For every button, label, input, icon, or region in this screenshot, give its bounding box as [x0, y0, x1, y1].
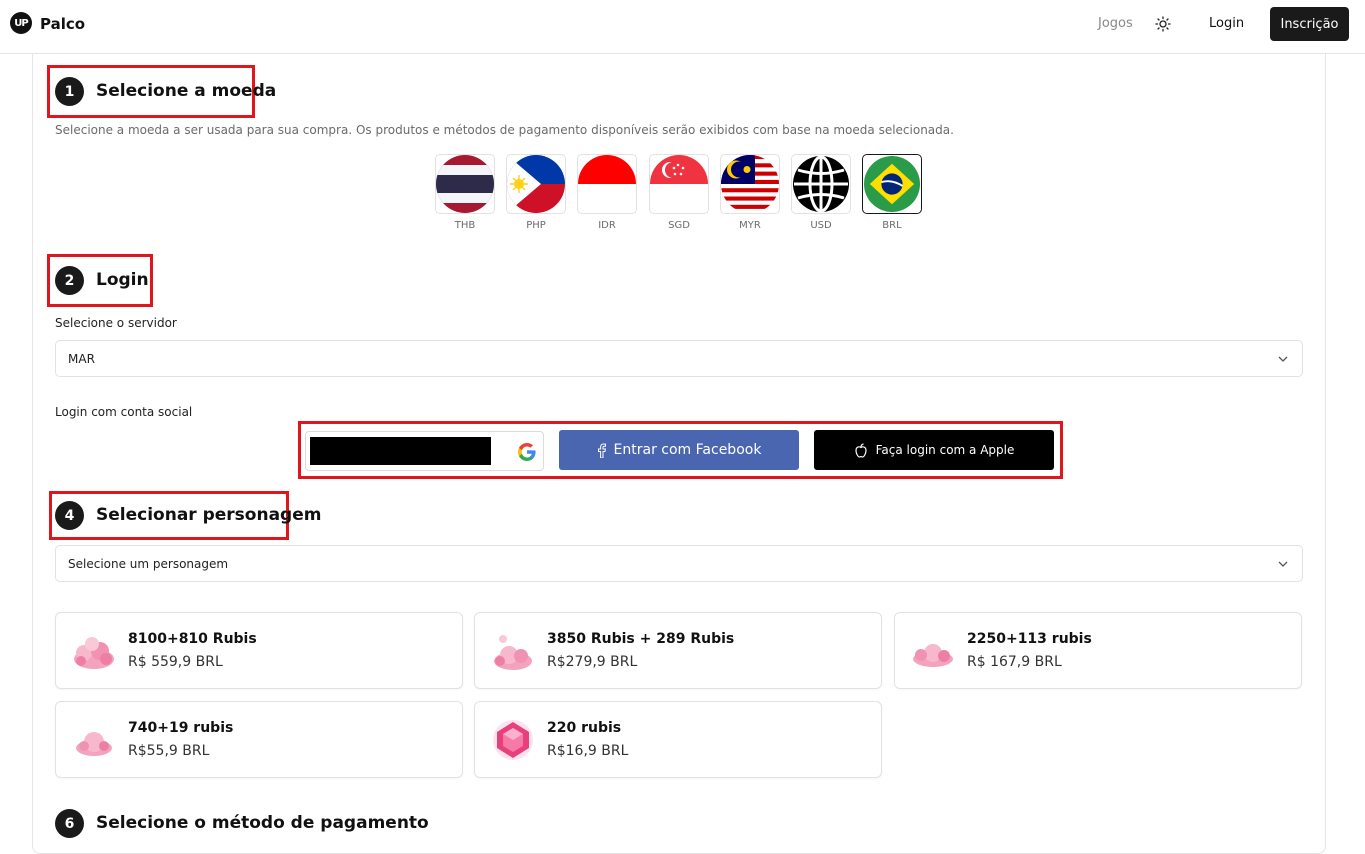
step-number-2: 2	[55, 266, 84, 295]
product-price: R$279,9 BRL	[547, 654, 638, 670]
palco-logo-icon[interactable]: UP	[10, 12, 32, 34]
thailand-flag-icon	[436, 155, 494, 213]
social-login-label: Login com conta social	[55, 405, 193, 419]
currency-option-thb[interactable]	[435, 154, 495, 214]
currency-label: SGD	[668, 220, 690, 231]
ruby-pile-icon	[74, 637, 114, 669]
currency-label: USD	[810, 220, 832, 231]
currency-label: THB	[454, 220, 476, 231]
google-icon	[518, 443, 536, 461]
redacted-google-label	[310, 437, 491, 465]
top-navigation-bar: UP Palco Jogos Login Inscrição	[0, 0, 1365, 54]
currency-label: BRL	[882, 220, 902, 231]
product-price: R$ 559,9 BRL	[128, 654, 223, 670]
product-name: 2250+113 rubis	[967, 631, 1092, 647]
currency-label: PHP	[526, 220, 546, 231]
nav-games-link[interactable]: Jogos	[1098, 16, 1133, 31]
product-name: 3850 Rubis + 289 Rubis	[547, 631, 735, 647]
ruby-pile-icon	[76, 732, 112, 756]
ruby-pile-icon	[494, 635, 532, 670]
apple-login-label: Faça login com a Apple	[875, 443, 1015, 457]
chevron-down-icon	[1278, 356, 1288, 362]
currency-label: IDR	[598, 220, 616, 231]
currency-option-idr[interactable]	[577, 154, 637, 214]
product-price: R$16,9 BRL	[547, 743, 629, 759]
step-title-payment: Selecione o método de pagamento	[96, 813, 429, 833]
step-number-4: 4	[55, 501, 84, 530]
product-card[interactable]: 740+19 rubis R$55,9 BRL	[55, 701, 463, 778]
server-select-value: MAR	[68, 351, 95, 366]
product-name: 220 rubis	[547, 720, 622, 736]
philippines-flag-icon	[507, 155, 565, 213]
chevron-down-icon	[1278, 561, 1288, 567]
currency-option-usd[interactable]	[791, 154, 851, 214]
product-price: R$ 167,9 BRL	[967, 654, 1062, 670]
step-title-currency: Selecione a moeda	[96, 81, 277, 101]
apple-icon	[855, 442, 867, 458]
brazil-flag-icon	[864, 156, 920, 212]
signup-button[interactable]: Inscrição	[1270, 7, 1349, 41]
globe-icon	[793, 155, 849, 213]
server-select[interactable]: MAR	[55, 340, 1303, 377]
character-select-placeholder: Selecione um personagem	[68, 556, 229, 571]
server-label: Selecione o servidor	[55, 316, 177, 330]
currency-option-sgd[interactable]	[649, 154, 709, 214]
facebook-login-button[interactable]: Entrar com Facebook	[559, 430, 799, 470]
malaysia-flag-icon	[721, 155, 779, 213]
currency-description: Selecione a moeda a ser usada para sua c…	[55, 123, 954, 137]
currency-option-brl[interactable]	[862, 154, 922, 214]
product-price: R$55,9 BRL	[128, 743, 210, 759]
brand-name[interactable]: Palco	[40, 15, 85, 33]
nav-login-link[interactable]: Login	[1209, 16, 1244, 31]
product-name: 8100+810 Rubis	[128, 631, 257, 647]
currency-option-php[interactable]	[506, 154, 566, 214]
theme-toggle-sun-icon[interactable]	[1155, 16, 1171, 32]
singapore-flag-icon	[650, 155, 708, 213]
step-number-1: 1	[55, 77, 84, 106]
step-number-6: 6	[55, 809, 84, 838]
currency-option-myr[interactable]	[720, 154, 780, 214]
product-card[interactable]: 220 rubis R$16,9 BRL	[474, 701, 882, 778]
step-title-login: Login	[96, 270, 149, 290]
ruby-gem-icon	[493, 720, 533, 760]
step-title-character: Selecionar personagem	[96, 505, 322, 525]
product-name: 740+19 rubis	[128, 720, 234, 736]
currency-label: MYR	[739, 220, 761, 231]
product-card[interactable]: 8100+810 Rubis R$ 559,9 BRL	[55, 612, 463, 689]
apple-login-button[interactable]: Faça login com a Apple	[814, 430, 1054, 470]
ruby-pile-icon	[913, 644, 953, 667]
product-card[interactable]: 2250+113 rubis R$ 167,9 BRL	[894, 612, 1302, 689]
product-card[interactable]: 3850 Rubis + 289 Rubis R$279,9 BRL	[474, 612, 882, 689]
facebook-login-label: Entrar com Facebook	[613, 442, 762, 458]
character-select[interactable]: Selecione um personagem	[55, 545, 1303, 582]
indonesia-flag-icon	[578, 155, 636, 213]
facebook-icon	[597, 442, 606, 458]
google-login-button[interactable]	[305, 431, 544, 471]
